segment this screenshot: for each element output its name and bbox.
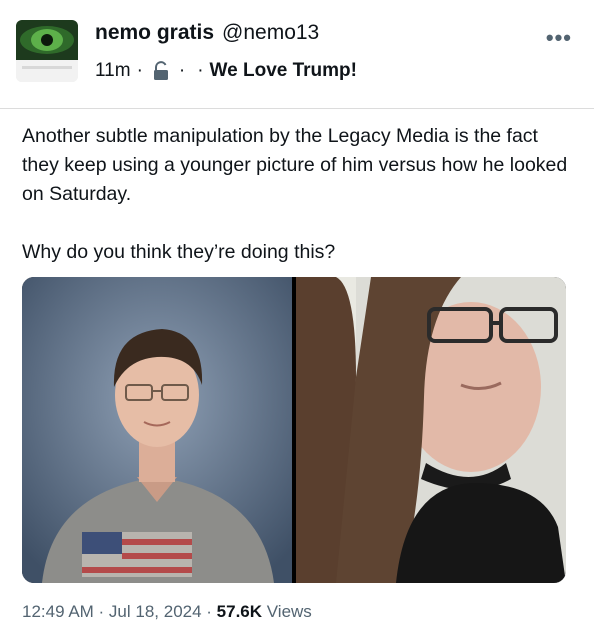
post-header: nemo gratis @nemo13 11m · · · We Love Tru… xyxy=(0,0,594,109)
post-timestamp[interactable]: 12:49 AM · Jul 18, 2024 · xyxy=(22,602,217,621)
views-label: Views xyxy=(262,602,312,621)
post-card: nemo gratis @nemo13 11m · · · We Love Tru… xyxy=(0,0,594,640)
more-options-icon[interactable]: ••• xyxy=(546,25,572,51)
community-name[interactable]: We Love Trump! xyxy=(210,60,357,82)
author-display-name[interactable]: nemo gratis xyxy=(95,21,214,44)
post-paragraph: Why do you think they’re doing this? xyxy=(22,241,336,263)
post-footer: 12:49 AM · Jul 18, 2024 · 57.6K Views xyxy=(22,602,312,622)
author-handle[interactable]: @nemo13 xyxy=(222,21,319,44)
author-name-row: nemo gratis @nemo13 xyxy=(95,21,319,45)
separator-dot: · xyxy=(136,60,143,81)
green-eye-avatar-icon xyxy=(16,20,78,82)
lock-icon xyxy=(151,61,171,81)
post-text: Another subtle manipulation by the Legac… xyxy=(22,122,577,267)
post-time[interactable]: 11m xyxy=(95,60,131,82)
post-media[interactable] xyxy=(22,277,566,583)
views-count: 57.6K xyxy=(216,602,263,621)
post-meta-row: 11m · · · We Love Trump! xyxy=(95,60,357,82)
avatar[interactable] xyxy=(16,20,78,82)
post-paragraph: Another subtle manipulation by the Legac… xyxy=(22,125,568,205)
separator-dot: · xyxy=(178,60,186,81)
school-portrait-photo[interactable] xyxy=(22,277,292,583)
separator-dot: · xyxy=(197,60,204,81)
selfie-photo[interactable] xyxy=(296,277,566,583)
